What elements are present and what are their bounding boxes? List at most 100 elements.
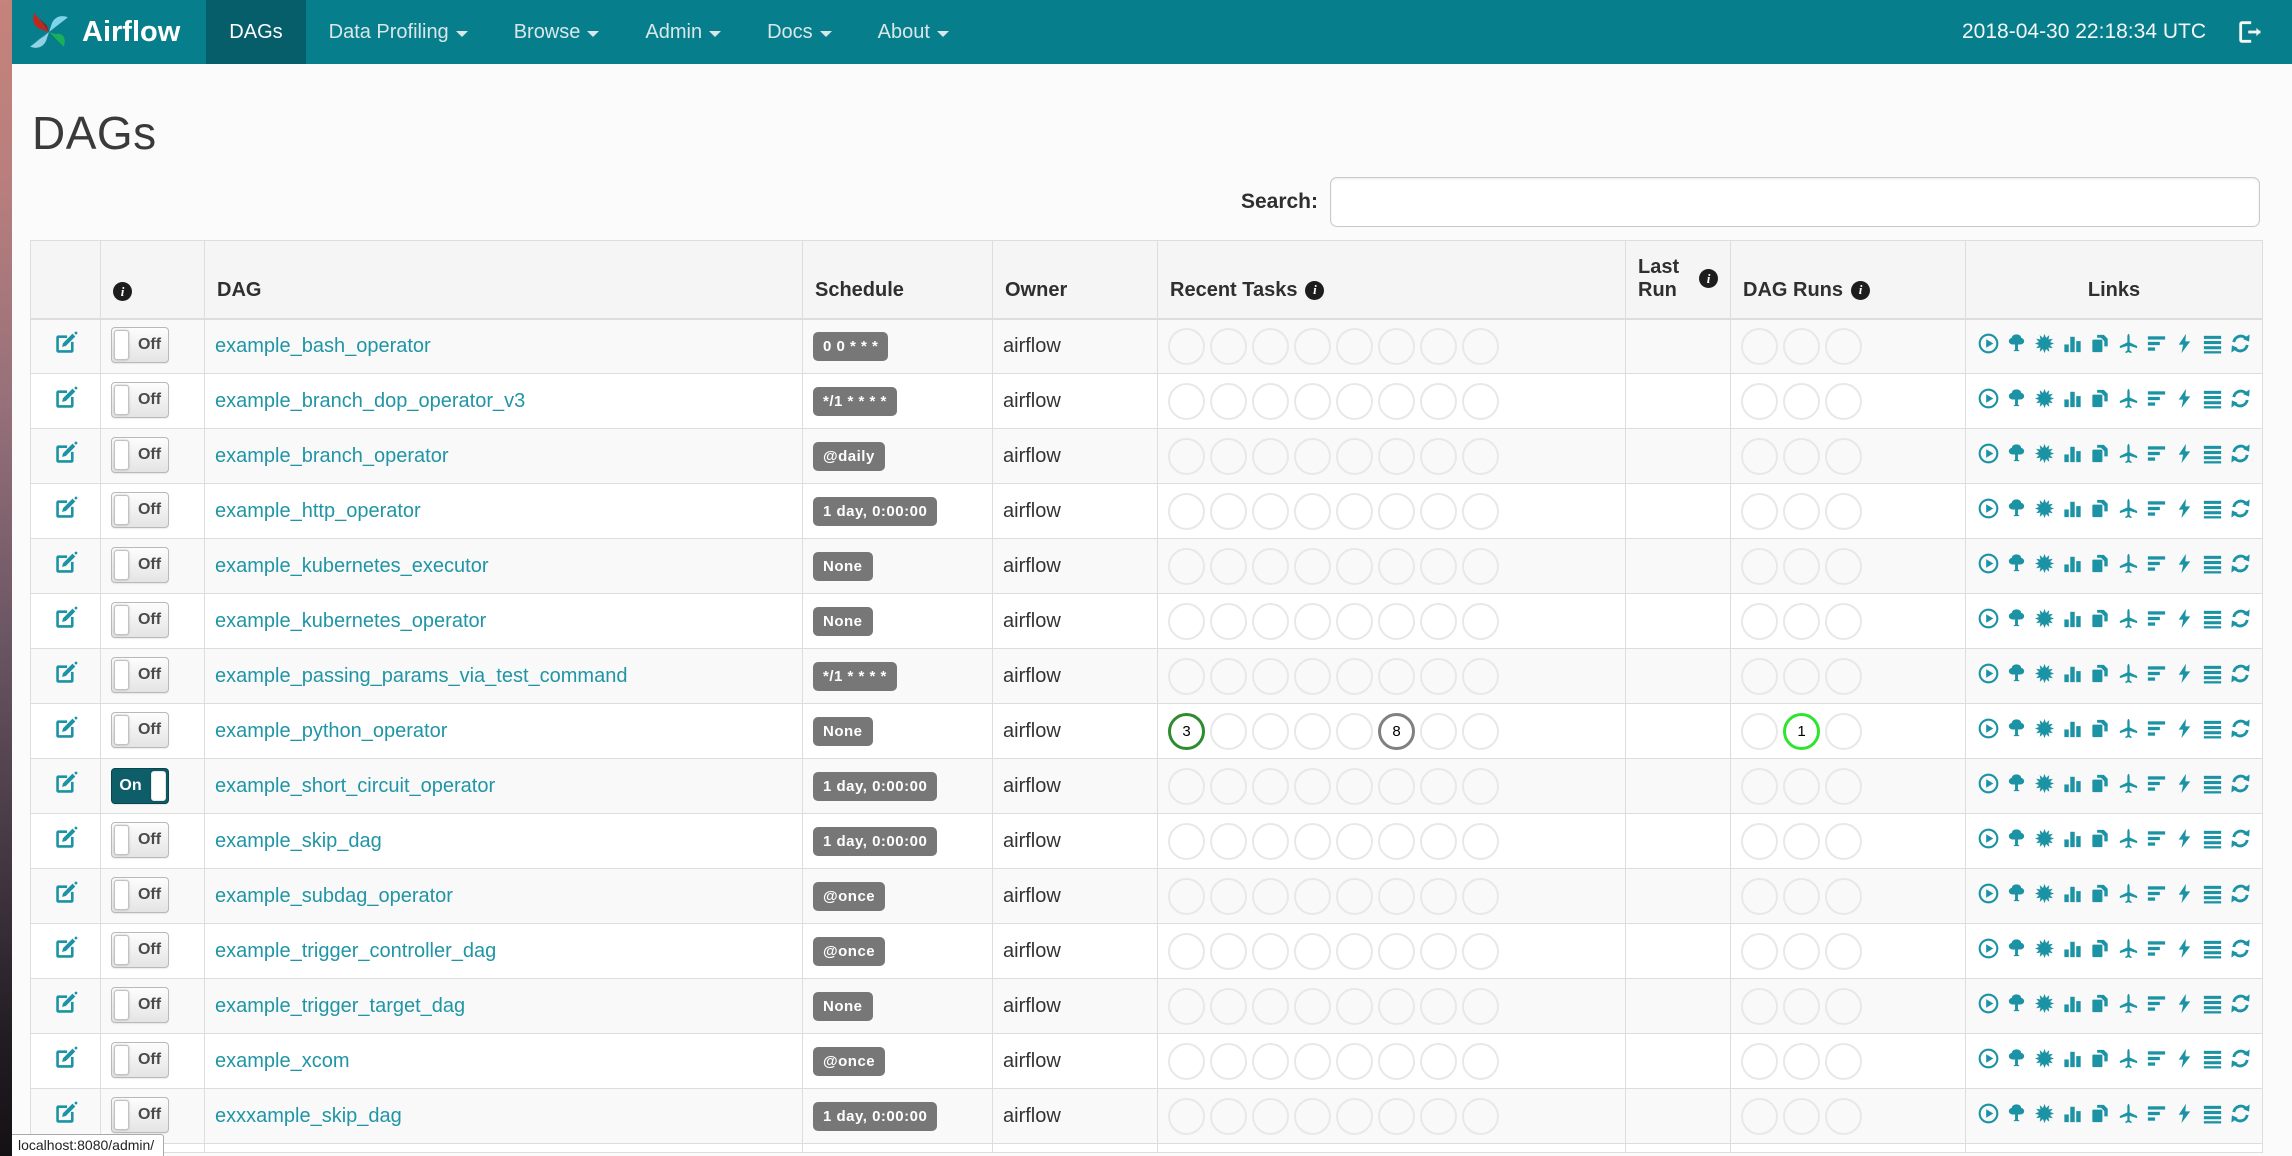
recent-task-state-circle[interactable] <box>1378 327 1415 365</box>
task-duration-icon[interactable] <box>2061 772 2084 795</box>
recent-task-state-circle[interactable] <box>1294 602 1331 640</box>
recent-task-state-circle[interactable] <box>1462 327 1499 365</box>
edit-dag-icon[interactable] <box>53 440 79 466</box>
recent-task-state-circle[interactable] <box>1294 1097 1331 1135</box>
tree-view-icon[interactable] <box>2005 1047 2028 1070</box>
trigger-dag-icon[interactable] <box>1977 827 2000 850</box>
recent-task-state-circle[interactable] <box>1336 822 1373 860</box>
nav-item-dags[interactable]: DAGs <box>206 0 306 64</box>
task-duration-icon[interactable] <box>2061 332 2084 355</box>
recent-task-state-circle[interactable] <box>1420 1097 1457 1135</box>
logs-icon[interactable] <box>2201 937 2224 960</box>
code-view-icon[interactable] <box>2173 497 2196 520</box>
recent-task-state-circle[interactable] <box>1252 437 1289 475</box>
recent-task-state-circle[interactable] <box>1168 1097 1205 1135</box>
gantt-icon[interactable] <box>2145 387 2168 410</box>
tree-view-icon[interactable] <box>2005 552 2028 575</box>
dag-pause-toggle[interactable]: Off <box>111 821 169 858</box>
landing-times-icon[interactable] <box>2117 332 2140 355</box>
logs-icon[interactable] <box>2201 497 2224 520</box>
task-duration-icon[interactable] <box>2061 387 2084 410</box>
dag-run-state-circle[interactable] <box>1783 822 1820 860</box>
dag-run-state-circle[interactable] <box>1783 877 1820 915</box>
dag-link[interactable]: example_http_operator <box>215 500 421 522</box>
recent-task-state-circle[interactable] <box>1378 657 1415 695</box>
task-duration-icon[interactable] <box>2061 1102 2084 1125</box>
refresh-icon[interactable] <box>2229 662 2252 685</box>
task-duration-icon[interactable] <box>2061 937 2084 960</box>
tree-view-icon[interactable] <box>2005 607 2028 630</box>
landing-times-icon[interactable] <box>2117 937 2140 960</box>
recent-task-state-circle[interactable] <box>1420 657 1457 695</box>
trigger-dag-icon[interactable] <box>1977 497 2000 520</box>
recent-task-state-circle[interactable] <box>1294 657 1331 695</box>
recent-task-state-circle[interactable] <box>1420 492 1457 530</box>
recent-task-state-circle[interactable] <box>1420 327 1457 365</box>
tree-view-icon[interactable] <box>2005 882 2028 905</box>
logs-icon[interactable] <box>2201 717 2224 740</box>
dag-pause-toggle[interactable]: Off <box>111 601 169 638</box>
dag-run-state-circle[interactable] <box>1783 767 1820 805</box>
recent-task-state-circle[interactable] <box>1210 822 1247 860</box>
dag-run-state-circle[interactable] <box>1741 547 1778 585</box>
recent-task-state-circle[interactable] <box>1336 1042 1373 1080</box>
recent-task-state-circle[interactable] <box>1252 382 1289 420</box>
recent-task-state-circle[interactable] <box>1210 382 1247 420</box>
task-duration-icon[interactable] <box>2061 717 2084 740</box>
recent-task-state-circle[interactable] <box>1252 327 1289 365</box>
dag-link[interactable]: example_branch_operator <box>215 445 449 467</box>
dag-run-state-circle[interactable] <box>1783 602 1820 640</box>
dag-run-state-circle[interactable] <box>1741 327 1778 365</box>
recent-task-state-circle[interactable] <box>1294 437 1331 475</box>
gantt-icon[interactable] <box>2145 827 2168 850</box>
tree-view-icon[interactable] <box>2005 717 2028 740</box>
recent-task-state-circle[interactable] <box>1336 932 1373 970</box>
task-duration-icon[interactable] <box>2061 882 2084 905</box>
graph-view-icon[interactable] <box>2033 1047 2056 1070</box>
recent-task-state-circle[interactable] <box>1294 547 1331 585</box>
recent-task-state-circle[interactable] <box>1210 987 1247 1025</box>
dag-run-state-circle[interactable] <box>1825 547 1862 585</box>
dag-pause-toggle[interactable]: Off <box>111 656 169 693</box>
recent-task-state-circle[interactable] <box>1294 767 1331 805</box>
recent-task-state-circle[interactable] <box>1168 987 1205 1025</box>
dag-run-state-circle[interactable] <box>1825 327 1862 365</box>
graph-view-icon[interactable] <box>2033 772 2056 795</box>
tree-view-icon[interactable] <box>2005 442 2028 465</box>
code-view-icon[interactable] <box>2173 662 2196 685</box>
recent-task-state-circle[interactable] <box>1378 547 1415 585</box>
dag-run-state-circle[interactable] <box>1783 437 1820 475</box>
gantt-icon[interactable] <box>2145 992 2168 1015</box>
recent-task-state-circle[interactable] <box>1210 767 1247 805</box>
recent-task-state-circle[interactable] <box>1378 767 1415 805</box>
graph-view-icon[interactable] <box>2033 882 2056 905</box>
code-view-icon[interactable] <box>2173 332 2196 355</box>
recent-task-state-circle[interactable] <box>1420 437 1457 475</box>
dag-run-state-circle[interactable] <box>1741 492 1778 530</box>
trigger-dag-icon[interactable] <box>1977 882 2000 905</box>
edit-dag-icon[interactable] <box>53 1045 79 1071</box>
dag-pause-toggle[interactable]: Off <box>111 1096 169 1133</box>
dag-run-state-circle[interactable] <box>1825 712 1862 750</box>
search-input[interactable] <box>1330 177 2260 227</box>
recent-task-state-circle[interactable] <box>1294 932 1331 970</box>
recent-task-state-circle[interactable] <box>1294 492 1331 530</box>
landing-times-icon[interactable] <box>2117 717 2140 740</box>
task-tries-icon[interactable] <box>2089 992 2112 1015</box>
dag-run-state-circle[interactable] <box>1825 822 1862 860</box>
code-view-icon[interactable] <box>2173 992 2196 1015</box>
landing-times-icon[interactable] <box>2117 882 2140 905</box>
edit-dag-icon[interactable] <box>53 825 79 851</box>
edit-dag-icon[interactable] <box>53 770 79 796</box>
dag-run-state-circle[interactable] <box>1783 1042 1820 1080</box>
recent-task-state-circle[interactable] <box>1294 987 1331 1025</box>
recent-task-state-circle[interactable] <box>1294 822 1331 860</box>
dag-run-state-circle[interactable] <box>1783 1097 1820 1135</box>
recent-task-state-circle[interactable]: 3 <box>1168 712 1205 750</box>
refresh-icon[interactable] <box>2229 717 2252 740</box>
dag-run-state-circle[interactable] <box>1741 822 1778 860</box>
dag-run-state-circle[interactable] <box>1783 382 1820 420</box>
recent-task-state-circle[interactable] <box>1420 767 1457 805</box>
trigger-dag-icon[interactable] <box>1977 332 2000 355</box>
recent-task-state-circle[interactable] <box>1462 547 1499 585</box>
